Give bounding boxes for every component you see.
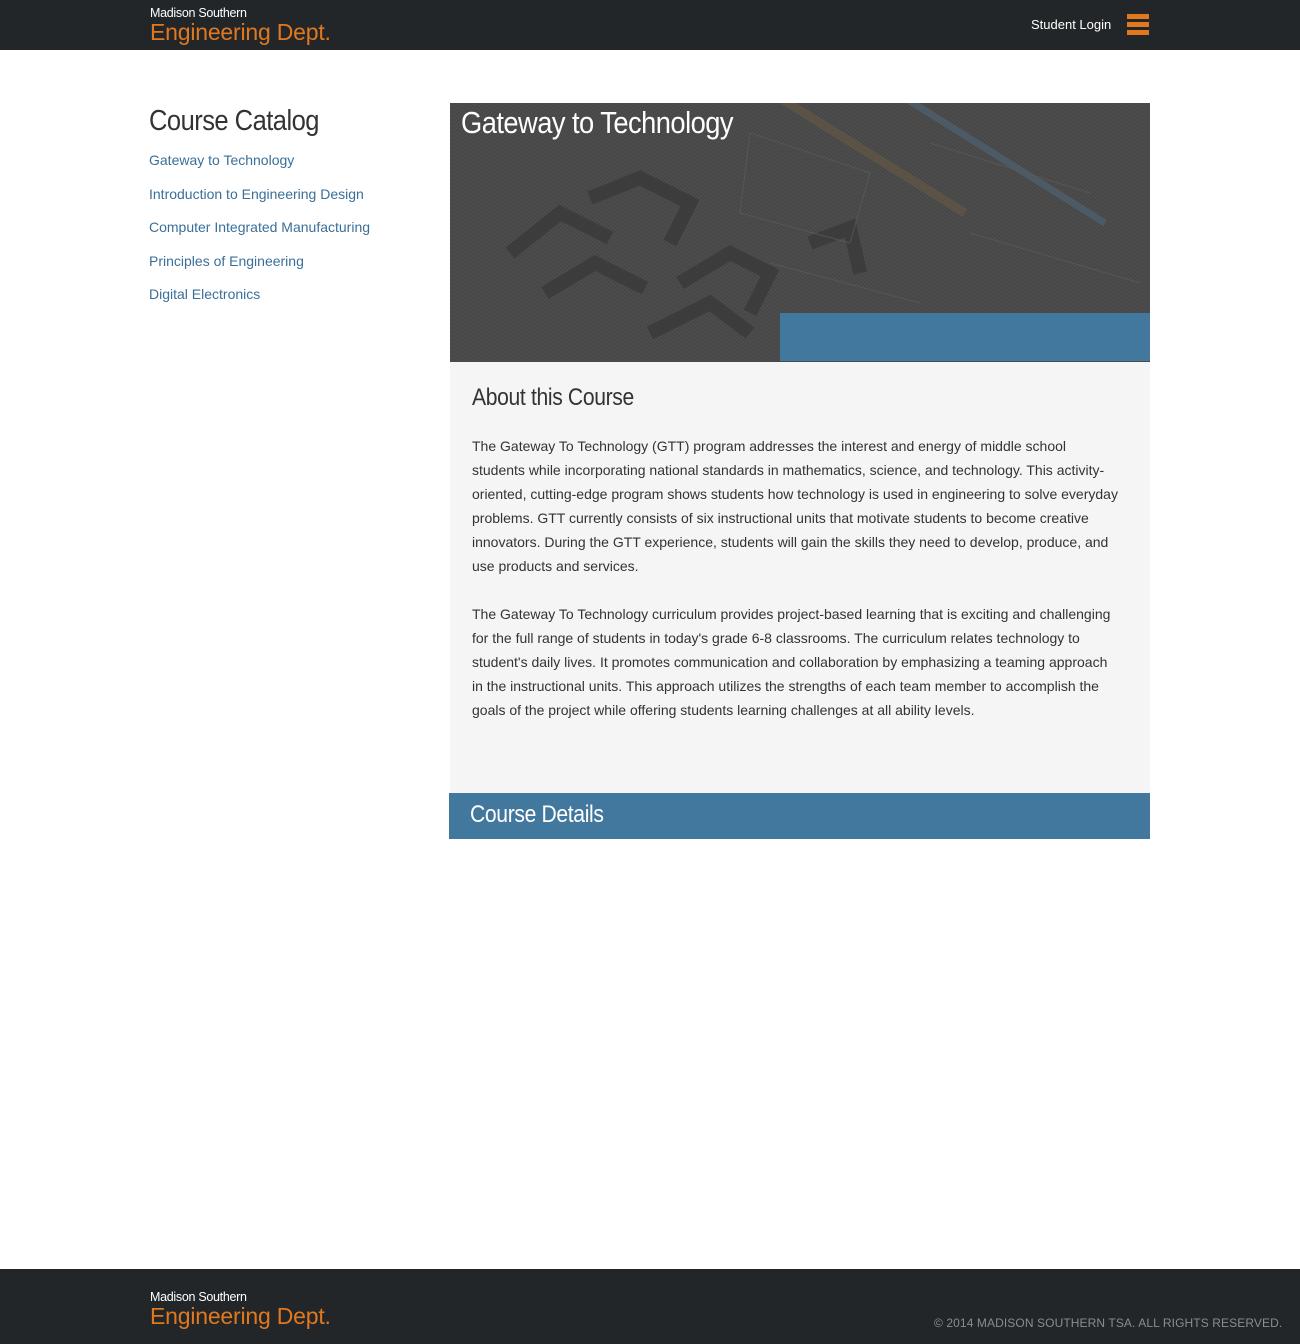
course-link-cim[interactable]: Computer Integrated Manufacturing xyxy=(149,219,370,235)
course-list-item: Introduction to Engineering Design xyxy=(149,186,370,220)
about-paragraph-1: The Gateway To Technology (GTT) program … xyxy=(472,438,1118,574)
course-details-title: Course Details xyxy=(470,801,604,828)
course-list-item: Computer Integrated Manufacturing xyxy=(149,219,370,253)
course-link-gateway[interactable]: Gateway to Technology xyxy=(149,152,294,168)
footer-logo-small-text: Madison Southern xyxy=(150,1290,247,1304)
course-list: Gateway to Technology Introduction to En… xyxy=(149,152,370,320)
hero-accent-bar xyxy=(780,313,1150,361)
course-link-ied[interactable]: Introduction to Engineering Design xyxy=(149,186,364,202)
logo-big-text: Engineering Dept. xyxy=(150,18,331,45)
site-logo[interactable]: Madison Southern Engineering Dept. xyxy=(150,7,331,44)
student-login-link[interactable]: Student Login xyxy=(1031,17,1111,32)
hamburger-icon[interactable] xyxy=(1127,14,1149,35)
copyright-text: © 2014 MADISON SOUTHERN TSA. ALL RIGHTS … xyxy=(934,1316,1283,1330)
hamburger-line xyxy=(1127,22,1149,27)
top-navbar: Madison Southern Engineering Dept. Stude… xyxy=(0,0,1300,50)
logo-small-text: Madison Southern xyxy=(150,6,247,20)
course-catalog-title: Course Catalog xyxy=(149,105,319,137)
about-course-panel: About this Course The Gateway To Technol… xyxy=(450,362,1150,793)
footer-logo[interactable]: Madison Southern Engineering Dept. xyxy=(150,1291,331,1328)
footer: Madison Southern Engineering Dept. © 201… xyxy=(0,1269,1300,1344)
hero-course-title: Gateway to Technology xyxy=(461,105,734,140)
about-paragraph-2: The Gateway To Technology curriculum pro… xyxy=(472,606,1111,718)
course-link-poe[interactable]: Principles of Engineering xyxy=(149,253,304,269)
course-hero-banner: Gateway to Technology xyxy=(450,103,1150,362)
course-list-item: Gateway to Technology xyxy=(149,152,370,186)
course-link-de[interactable]: Digital Electronics xyxy=(149,286,260,302)
about-heading: About this Course xyxy=(472,384,634,411)
course-list-item: Principles of Engineering xyxy=(149,253,370,287)
footer-logo-big-text: Engineering Dept. xyxy=(150,1302,331,1329)
hamburger-line xyxy=(1127,30,1149,35)
hamburger-line xyxy=(1127,14,1149,19)
course-details-header[interactable]: Course Details xyxy=(449,793,1150,839)
course-list-item: Digital Electronics xyxy=(149,286,370,320)
